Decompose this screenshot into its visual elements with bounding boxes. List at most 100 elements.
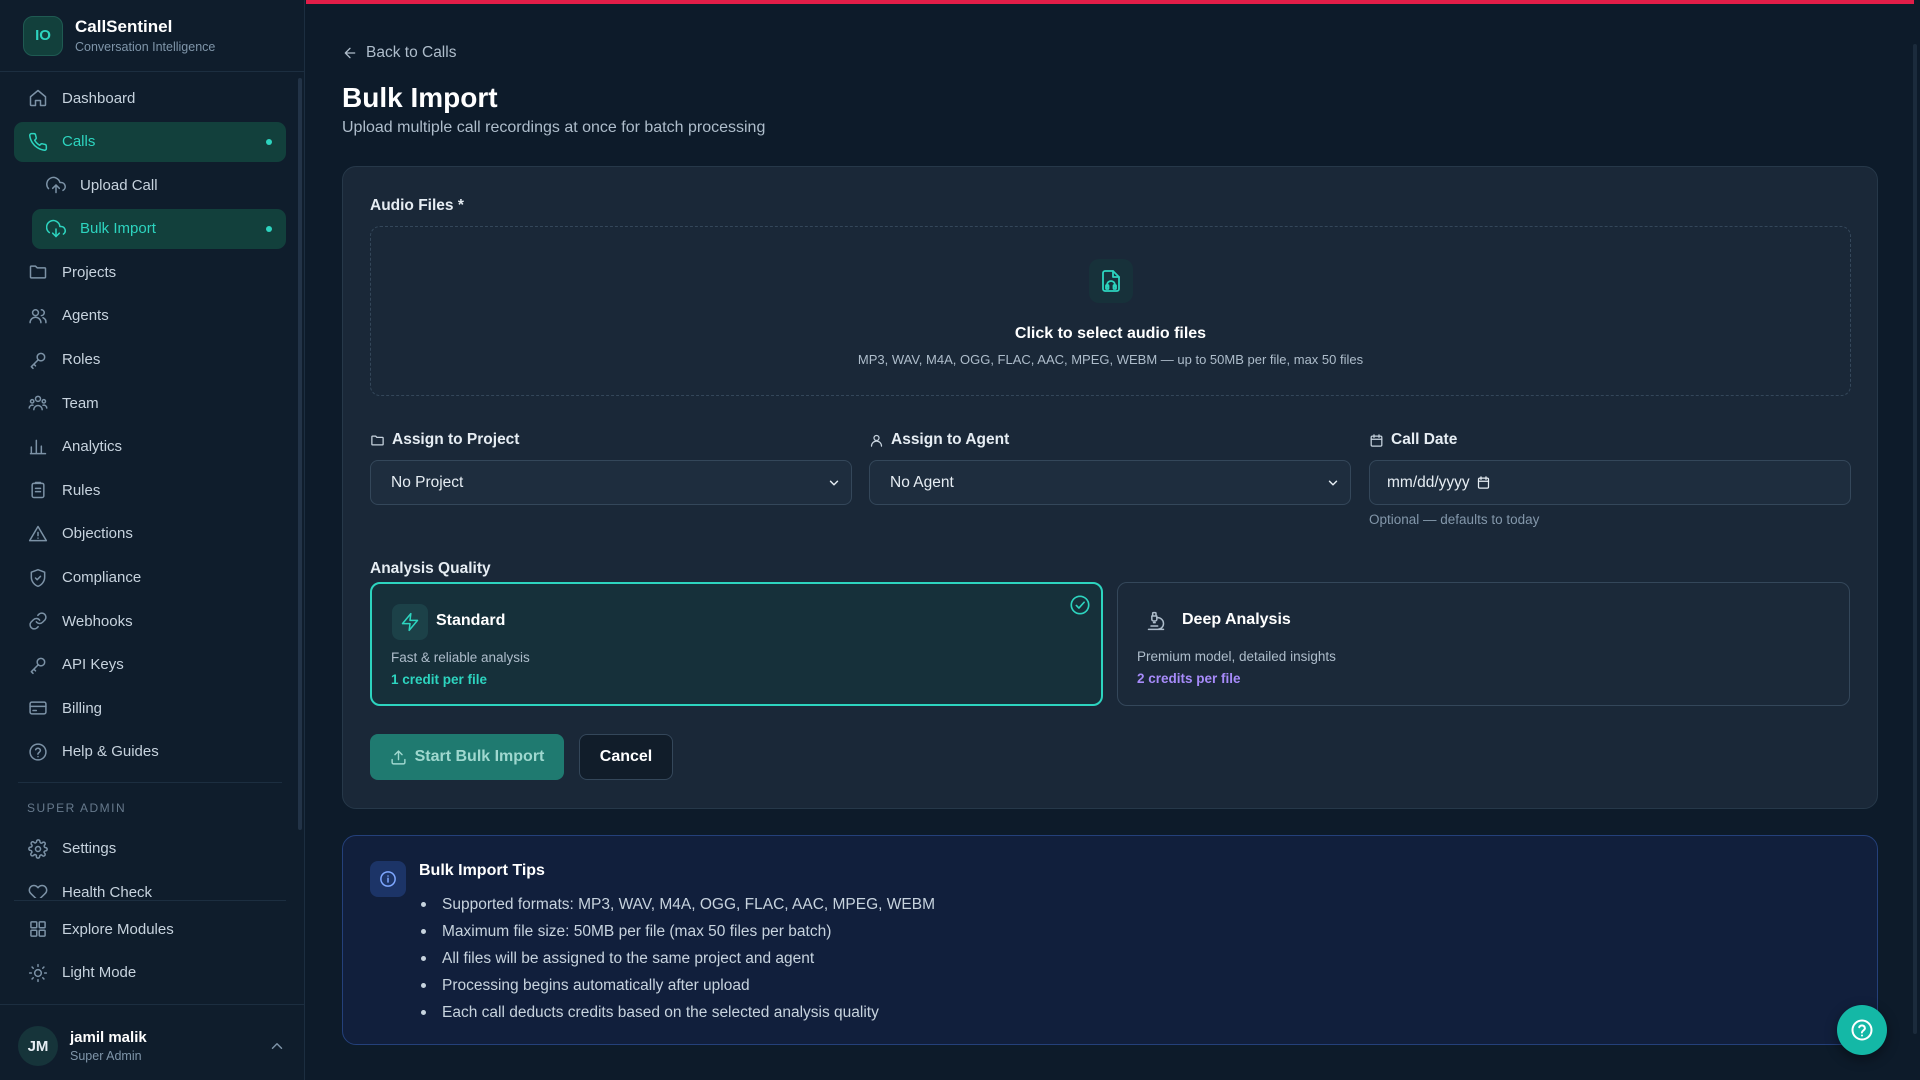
sidebar-item-billing[interactable]: Billing [14, 688, 286, 728]
tip-item: Each call deducts credits based on the s… [419, 999, 935, 1026]
brand[interactable]: IO CallSentinel Conversation Intelligenc… [0, 0, 304, 72]
sidebar-item-label: Roles [62, 351, 101, 369]
phone-icon [29, 132, 48, 151]
sidebar-item-projects[interactable]: Projects [14, 252, 286, 292]
back-label: Back to Calls [366, 44, 457, 61]
nav-section-super-admin: SUPER ADMIN [27, 800, 127, 815]
calendar-icon[interactable] [1476, 475, 1491, 490]
sidebar-item-label: Bulk Import [80, 220, 156, 238]
quality-option-standard[interactable]: Standard Fast & reliable analysis 1 cred… [370, 582, 1103, 706]
sidebar-item-label: Compliance [62, 569, 142, 587]
sidebar-item-label: Calls [62, 133, 96, 151]
call-date-hint: Optional — defaults to today [1369, 512, 1540, 527]
project-label-row: Assign to Project [370, 431, 852, 449]
sidebar-item-label: Billing [62, 699, 103, 717]
project-select-value: No Project [391, 473, 464, 491]
sidebar-item-upload-call[interactable]: Upload Call [32, 165, 286, 205]
quality-option-title: Deep Analysis [1182, 611, 1291, 628]
help-button[interactable] [1837, 1005, 1887, 1055]
sidebar-item-light-mode[interactable]: Light Mode [14, 953, 286, 993]
sidebar-item-compliance[interactable]: Compliance [14, 558, 286, 598]
sidebar-item-rules[interactable]: Rules [14, 470, 286, 510]
analysis-quality-label: Analysis Quality [370, 560, 491, 577]
avatar: JM [18, 1026, 58, 1066]
upload-cloud-icon [46, 176, 66, 194]
grid-icon [30, 921, 46, 937]
sun-icon [28, 963, 48, 982]
folder-icon [371, 435, 384, 445]
chevron-down-icon [1328, 480, 1338, 485]
shield-icon [30, 568, 46, 587]
sidebar-item-bulk-import[interactable]: Bulk Import [32, 208, 286, 249]
info-icon [370, 861, 406, 897]
help-circle-icon [1851, 1019, 1873, 1041]
heart-icon [28, 884, 48, 898]
bulk-import-form: Audio Files * Click to select audio file… [342, 166, 1878, 809]
bar-chart-icon [29, 439, 47, 455]
sidebar-bottom-nav: Explore Modules Light Mode [14, 900, 286, 996]
sidebar-item-webhooks[interactable]: Webhooks [14, 601, 286, 641]
cancel-button[interactable]: Cancel [579, 734, 673, 780]
page-subtitle: Upload multiple call recordings at once … [342, 119, 766, 136]
sidebar-item-label: Objections [62, 525, 133, 543]
nav-divider [18, 781, 282, 783]
microscope-icon [1138, 603, 1174, 639]
sidebar-item-api-keys[interactable]: API Keys [14, 645, 286, 685]
agent-select[interactable]: No Agent [869, 460, 1351, 505]
page-title: Bulk Import [342, 82, 498, 113]
audio-dropzone[interactable]: Click to select audio files MP3, WAV, M4… [370, 226, 1851, 396]
page-scrollbar[interactable] [1913, 44, 1917, 1034]
sidebar-item-label: Projects [62, 263, 117, 281]
start-bulk-import-button[interactable]: Start Bulk Import [370, 734, 564, 780]
chevron-down-icon [829, 480, 839, 485]
chevron-up-icon[interactable] [268, 1037, 286, 1055]
back-to-calls-link[interactable]: Back to Calls [342, 44, 456, 62]
quality-option-title: Standard [436, 612, 506, 629]
sidebar-scrollbar[interactable] [298, 78, 302, 830]
sidebar-item-explore-modules[interactable]: Explore Modules [14, 909, 286, 949]
user-menu[interactable]: JM jamil malik Super Admin [18, 1026, 286, 1066]
sidebar-item-calls[interactable]: Calls [14, 121, 286, 162]
project-select[interactable]: No Project [370, 460, 852, 505]
quality-option-deep-analysis[interactable]: Deep Analysis Premium model, detailed in… [1117, 582, 1850, 706]
project-label: Assign to Project [392, 431, 520, 448]
gear-icon [28, 839, 48, 859]
tip-item: Processing begins automatically after up… [419, 972, 935, 999]
sidebar-item-roles[interactable]: Roles [14, 340, 286, 380]
zap-icon [392, 604, 428, 640]
sidebar-item-dashboard[interactable]: Dashboard [14, 78, 286, 118]
sidebar-item-team[interactable]: Team [14, 383, 286, 423]
clipboard-icon [31, 482, 45, 499]
sidebar: IO CallSentinel Conversation Intelligenc… [0, 0, 305, 1080]
audio-file-icon [1089, 259, 1133, 303]
agent-field: Assign to Agent No Agent [869, 431, 1351, 505]
sidebar-item-agents[interactable]: Agents [14, 296, 286, 336]
home-icon [29, 89, 47, 107]
bulk-import-tips: Bulk Import Tips Supported formats: MP3,… [342, 835, 1878, 1045]
call-date-label-row: Call Date [1369, 431, 1851, 449]
sidebar-item-settings[interactable]: Settings [14, 829, 286, 869]
quality-option-desc: Premium model, detailed insights [1137, 649, 1336, 664]
tip-item: Supported formats: MP3, WAV, M4A, OGG, F… [419, 891, 935, 918]
call-date-input[interactable]: mm/dd/yyyy [1369, 460, 1851, 505]
user-icon [870, 434, 883, 447]
sidebar-item-objections[interactable]: Objections [14, 514, 286, 554]
agent-label: Assign to Agent [891, 431, 1010, 448]
sidebar-item-label: Dashboard [62, 89, 136, 107]
sidebar-item-label: Upload Call [80, 176, 158, 194]
start-bulk-import-label: Start Bulk Import [414, 748, 545, 765]
sidebar-item-help-guides[interactable]: Help & Guides [14, 732, 286, 772]
alert-triangle-icon [28, 525, 48, 542]
calendar-icon [1370, 433, 1383, 447]
help-circle-icon [29, 743, 47, 761]
sidebar-item-label: Help & Guides [62, 743, 159, 761]
sidebar-item-label: Agents [62, 307, 109, 325]
sidebar-nav: Dashboard Calls Upload Call Bulk Import … [14, 78, 286, 898]
sidebar-item-analytics[interactable]: Analytics [14, 427, 286, 467]
sidebar-item-label: Webhooks [62, 612, 133, 630]
upload-icon [391, 749, 406, 765]
user-name: jamil malik [70, 1029, 147, 1046]
arrow-left-icon [344, 47, 356, 59]
audio-files-label: Audio Files * [370, 197, 464, 214]
sidebar-item-health-check[interactable]: Health Check [14, 873, 286, 898]
